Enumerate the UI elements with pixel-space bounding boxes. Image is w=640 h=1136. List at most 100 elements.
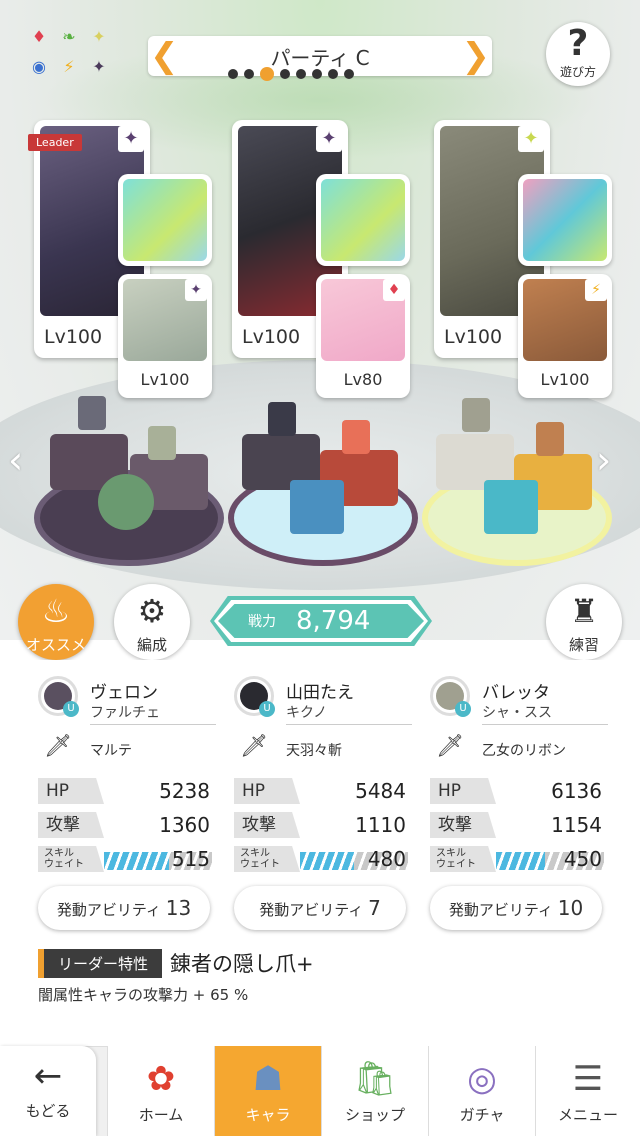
weapon-card[interactable] <box>118 174 212 266</box>
skill-wait-fill <box>300 852 354 870</box>
attack-stat: 攻撃 1360 <box>38 812 210 838</box>
attack-stat: 攻撃 1110 <box>234 812 406 838</box>
party-slot-1: Leader ✦ Lv100 ✦ Lv100 <box>28 120 214 400</box>
weapon-name: キクノ <box>286 702 412 725</box>
tab-gacha[interactable]: ◎ ガチャ <box>428 1046 535 1136</box>
scroll-left-arrow-icon[interactable]: ‹ <box>8 438 23 482</box>
question-icon: ? <box>567 23 589 64</box>
tab-menu[interactable]: ☰ メニュー <box>535 1046 640 1136</box>
tab-label: メニュー <box>557 1106 618 1124</box>
weapon-card[interactable] <box>518 174 612 266</box>
power-body: 戦力 8,794 <box>218 604 424 638</box>
pedestal-3 <box>422 398 612 570</box>
weapon-sprite <box>484 480 538 534</box>
ability-count: 13 <box>165 896 192 920</box>
hp-value: 6136 <box>551 779 602 803</box>
character-level: Lv100 <box>242 326 301 348</box>
dark-element-icon: ✦ <box>316 126 342 152</box>
weapon-card[interactable] <box>316 174 410 266</box>
party-title: パーティ C <box>270 45 370 70</box>
attack-value: 1360 <box>159 813 210 837</box>
sub-character-card[interactable]: ♦ Lv80 <box>316 274 410 398</box>
skill-wait-fill <box>496 852 545 870</box>
unit-badge-icon: U <box>455 701 471 717</box>
accessory-name: マルテ <box>90 743 132 759</box>
page-dot[interactable] <box>296 69 306 79</box>
back-arrow-icon: ← <box>33 1056 63 1096</box>
page-dot[interactable] <box>344 69 354 79</box>
character-name: バレッタ <box>482 683 550 703</box>
hp-label: HP <box>430 778 496 804</box>
character-sprite <box>536 422 564 456</box>
page-dot-active[interactable] <box>260 67 274 81</box>
total-power-badge: 戦力 8,794 <box>210 596 432 646</box>
fire-element-icon: ♦ <box>383 279 405 301</box>
prev-party-arrow-icon[interactable]: ❮ <box>150 38 179 74</box>
tab-home[interactable]: ✿ ホーム <box>107 1046 214 1136</box>
tab-label: ショップ <box>344 1106 405 1124</box>
help-button[interactable]: ? 遊び方 <box>546 22 610 86</box>
sword-weapon-icon <box>321 179 405 261</box>
tab-chara[interactable]: ☗ キャラ <box>214 1046 321 1136</box>
unit-badge-icon: U <box>259 701 275 717</box>
weapon-name: ファルチェ <box>90 702 216 725</box>
attack-value: 1110 <box>355 813 406 837</box>
hp-value: 5484 <box>355 779 406 803</box>
character-avatar[interactable]: U <box>38 676 79 717</box>
ability-label: 発動アビリティ <box>448 901 553 919</box>
food-bowl-icon: ♨ <box>41 592 71 630</box>
hp-stat: HP 5238 <box>38 778 210 804</box>
attack-label: 攻撃 <box>234 812 300 838</box>
element-filter-button[interactable]: ♦ ❧ ✦ ◉ ⚡ ✦ <box>30 28 114 84</box>
hp-label: HP <box>234 778 300 804</box>
skill-wait-stat: スキル ウェイト 515 <box>38 846 212 872</box>
water-element-icon: ◉ <box>32 57 46 76</box>
character-avatar[interactable]: U <box>430 676 471 717</box>
page-dot[interactable] <box>228 69 238 79</box>
sub-character-card[interactable]: ⚡ Lv100 <box>518 274 612 398</box>
practice-button[interactable]: ♜ 練習 <box>546 584 622 660</box>
tab-shop[interactable]: 🛍 ショップ <box>321 1046 428 1136</box>
leader-trait-title: 錬者の隠し爪+ <box>170 952 314 976</box>
ability-button[interactable]: 発動アビリティ 13 <box>38 886 210 930</box>
pedestal-1 <box>34 396 224 570</box>
unit-badge-icon: U <box>63 701 79 717</box>
page-dot[interactable] <box>244 69 254 79</box>
leader-trait: リーダー特性 錬者の隠し爪+ <box>38 948 314 978</box>
recommend-button[interactable]: ♨ オススメ <box>18 584 94 660</box>
ability-button[interactable]: 発動アビリティ 7 <box>234 886 406 930</box>
skill-label-bottom: ウェイト <box>44 859 84 870</box>
page-dot[interactable] <box>280 69 290 79</box>
gacha-icon: ◎ <box>467 1059 497 1099</box>
shop-bag-icon: 🛍 <box>353 1059 397 1099</box>
recommend-label: オススメ <box>25 636 86 654</box>
light-element-icon: ✦ <box>518 126 544 152</box>
gem-weapon-icon <box>523 179 607 261</box>
page-dot[interactable] <box>328 69 338 79</box>
attack-label: 攻撃 <box>38 812 104 838</box>
character-level: Lv100 <box>44 326 103 348</box>
sub-character-card[interactable]: ✦ Lv100 <box>118 274 212 398</box>
next-party-arrow-icon[interactable]: ❯ <box>462 38 491 74</box>
hp-value: 5238 <box>159 779 210 803</box>
edit-formation-button[interactable]: ⚙ 編成 <box>114 584 190 660</box>
leader-trait-tag: リーダー特性 <box>38 948 163 978</box>
character-icon: ☗ <box>252 1059 284 1099</box>
leader-trait-description: 闇属性キャラの攻撃力 + 65 % <box>38 986 249 1004</box>
skill-wait-stat: スキル ウェイト 480 <box>234 846 408 872</box>
dark-element-icon: ✦ <box>92 57 106 76</box>
sub-character-level: Lv80 <box>343 370 383 389</box>
party-slot-2: ✦ Lv100 ♦ Lv80 <box>232 120 412 400</box>
character-sprite <box>462 398 490 432</box>
back-button[interactable]: ← もどる <box>0 1046 96 1136</box>
hp-stat: HP 5484 <box>234 778 406 804</box>
page-dot[interactable] <box>312 69 322 79</box>
ability-button[interactable]: 発動アビリティ 10 <box>430 886 602 930</box>
accessory-icon: 🗡 <box>240 734 268 759</box>
dark-element-icon: ✦ <box>118 126 144 152</box>
character-avatar[interactable]: U <box>234 676 275 717</box>
character-sprite <box>268 402 296 436</box>
weapon-sprite <box>98 474 154 530</box>
character-level: Lv100 <box>444 326 503 348</box>
fire-element-icon: ♦ <box>31 27 47 46</box>
